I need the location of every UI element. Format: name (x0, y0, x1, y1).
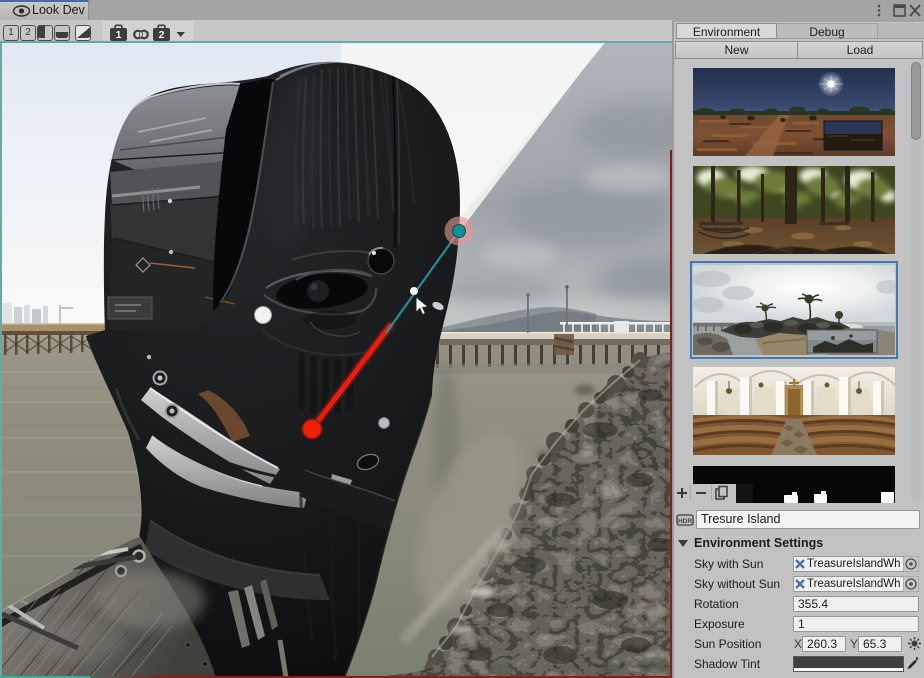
svg-text:2: 2 (159, 29, 165, 41)
svg-text:1: 1 (116, 29, 122, 41)
svg-text:HDR: HDR (678, 518, 692, 525)
